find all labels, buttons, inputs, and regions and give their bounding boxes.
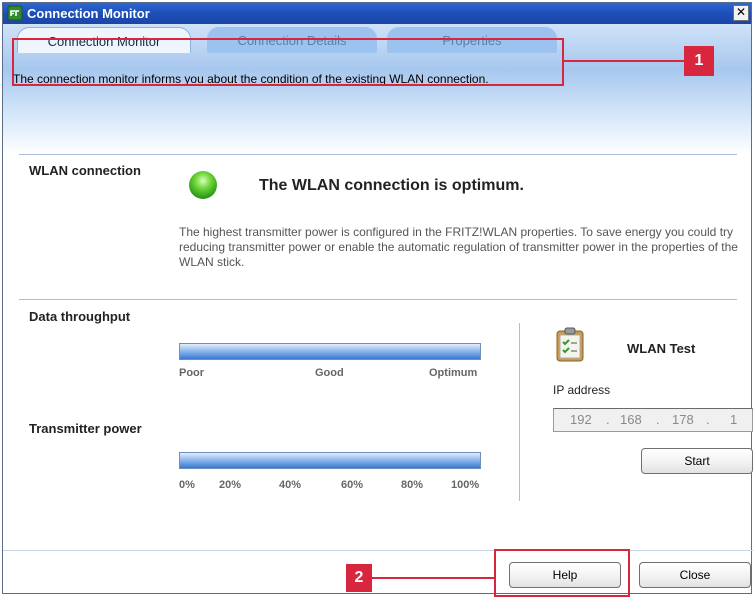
- throughput-scale-optimum: Optimum: [429, 367, 478, 379]
- ip-octet-3: 178: [672, 412, 694, 427]
- ip-octet-2: 168: [620, 412, 642, 427]
- annotation-badge-1: 1: [684, 46, 714, 76]
- section-divider-2: [19, 299, 737, 300]
- transmitter-power-bar-fill: [180, 453, 480, 468]
- throughput-scale-poor: Poor: [179, 367, 205, 379]
- power-scale-0: 0%: [179, 479, 195, 491]
- connection-monitor-window: Connection Monitor ✕ Connection Monitor …: [2, 2, 753, 594]
- power-scale-20: 20%: [219, 479, 242, 491]
- section-divider: [19, 154, 737, 155]
- throughput-bar: [179, 343, 481, 360]
- annotation-line-2: [372, 577, 494, 579]
- wlan-test-title: WLAN Test: [627, 341, 696, 356]
- footer-divider: [3, 550, 753, 551]
- wlan-status-text: The WLAN connection is optimum.: [259, 177, 524, 194]
- annotation-box-tabs: [12, 38, 564, 86]
- power-scale-80: 80%: [401, 479, 424, 491]
- ip-address-field[interactable]: 192 . 168 . 178 . 1: [553, 408, 753, 432]
- start-button[interactable]: Start: [641, 448, 753, 474]
- power-scale-100: 100%: [451, 479, 480, 491]
- annotation-line-1: [564, 60, 684, 62]
- fritz-app-icon: [7, 5, 23, 21]
- close-button[interactable]: Close: [639, 562, 751, 588]
- wlan-connection-label: WLAN connection: [29, 163, 141, 178]
- ip-octet-4: 1: [730, 412, 738, 427]
- window-close-icon[interactable]: ✕: [733, 5, 749, 21]
- wlan-hint-text: The highest transmitter power is configu…: [179, 225, 738, 269]
- vertical-divider: [519, 323, 520, 501]
- transmitter-power-bar: [179, 452, 481, 469]
- throughput-bar-fill: [180, 344, 480, 359]
- ip-octet-1: 192: [570, 412, 592, 427]
- title-bar[interactable]: Connection Monitor ✕: [3, 3, 751, 24]
- status-led-icon: [189, 171, 217, 199]
- clipboard-check-icon: [556, 327, 584, 362]
- window-title: Connection Monitor: [27, 6, 150, 21]
- power-scale-40: 40%: [279, 479, 302, 491]
- throughput-scale-good: Good: [315, 367, 344, 379]
- transmitter-power-label: Transmitter power: [29, 421, 142, 436]
- power-scale-60: 60%: [341, 479, 364, 491]
- annotation-box-help: [494, 549, 630, 597]
- annotation-badge-2: 2: [346, 564, 372, 592]
- data-throughput-label: Data throughput: [29, 309, 131, 324]
- ip-address-label: IP address: [553, 383, 611, 397]
